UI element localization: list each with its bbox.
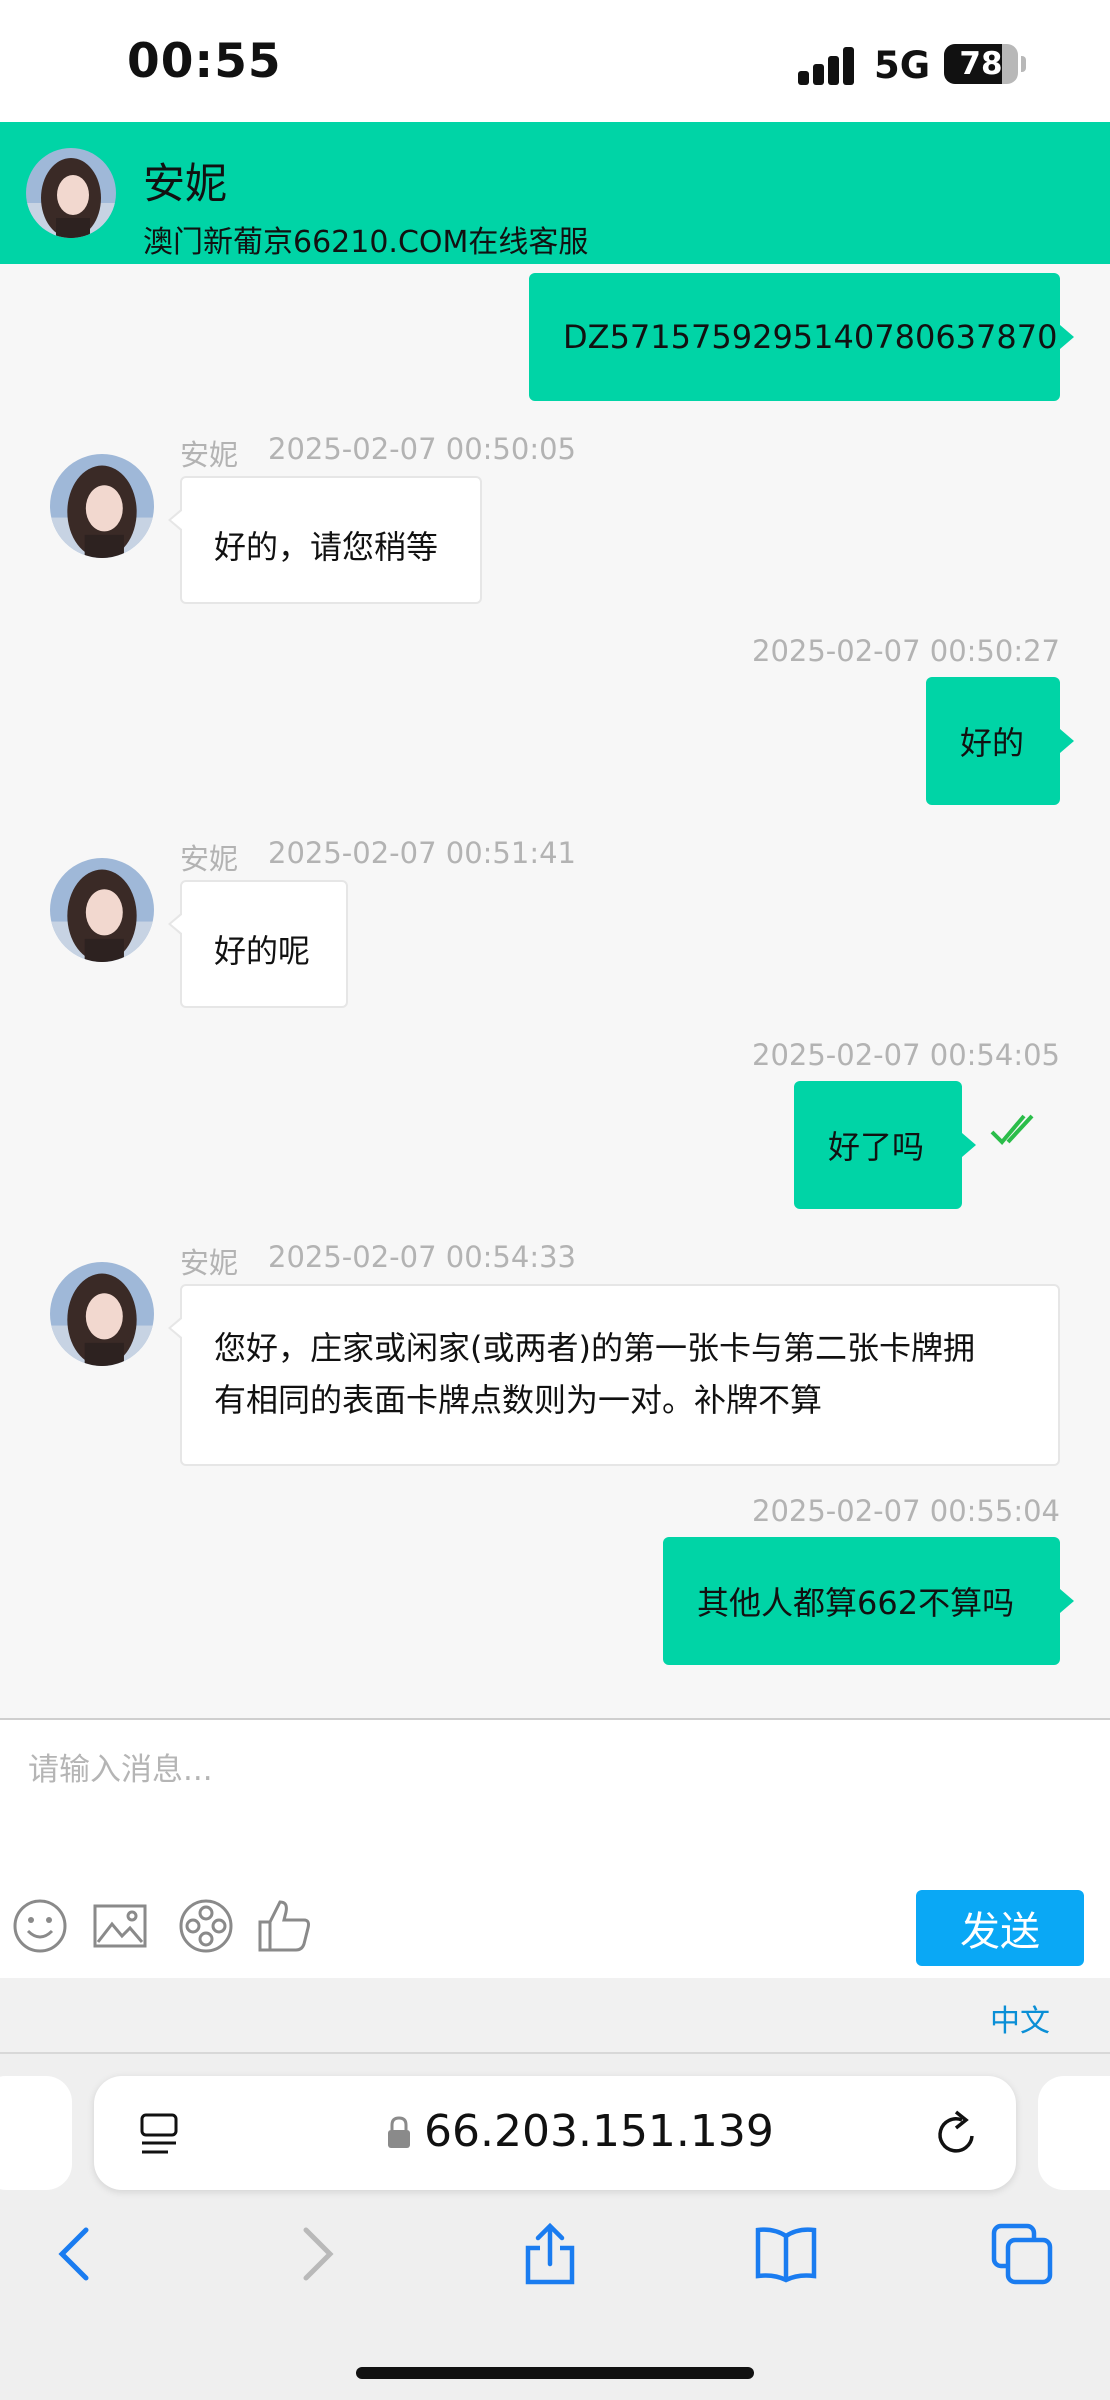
battery-cap xyxy=(1021,56,1026,72)
message-text: DZ5715759295140780637870 xyxy=(563,318,1058,356)
incoming-message[interactable]: 您好，庄家或闲家(或两者)的第一张卡与第二张卡牌拥 有相同的表面卡牌点数则为一对… xyxy=(168,1284,1060,1466)
message-sender: 安妮 xyxy=(180,438,239,472)
send-button[interactable]: 发送 xyxy=(916,1890,1084,1966)
message-input[interactable] xyxy=(26,1744,890,1796)
avatar-photo-icon xyxy=(50,454,154,558)
composer: 发送 xyxy=(0,1718,1110,1980)
message-text: 其他人都算662不算吗 xyxy=(697,1584,1015,1622)
agent-name: 安妮 xyxy=(143,159,228,208)
bookmarks-icon[interactable] xyxy=(754,2222,818,2286)
next-tab-preview[interactable] xyxy=(1038,2076,1110,2190)
status-time: 00:55 xyxy=(127,34,282,89)
avatar-photo-icon xyxy=(50,858,154,962)
outgoing-message[interactable]: 好了吗 xyxy=(794,1081,976,1209)
agent-message-avatar[interactable] xyxy=(50,858,154,962)
share-icon[interactable] xyxy=(518,2222,582,2286)
message-text: 好的，请您稍等 xyxy=(214,528,439,566)
message-text: 好的呢 xyxy=(214,932,311,970)
thumbs-up-icon[interactable] xyxy=(256,1898,312,1954)
lock-icon xyxy=(388,2116,410,2148)
message-timestamp: 2025-02-07 00:54:33 xyxy=(268,1240,576,1274)
agent-message-avatar[interactable] xyxy=(50,1262,154,1366)
message-timestamp: 2025-02-07 00:51:41 xyxy=(268,836,576,870)
status-bar: 00:55 5G 78 xyxy=(0,0,1110,122)
language-switch[interactable]: 中文 xyxy=(990,1996,1050,2040)
avatar-photo-icon xyxy=(50,1262,154,1366)
message-timestamp: 2025-02-07 00:54:05 xyxy=(752,1038,1060,1072)
double-check-icon xyxy=(990,1114,1034,1145)
tabs-icon[interactable] xyxy=(990,2222,1054,2286)
back-icon[interactable] xyxy=(44,2222,108,2286)
message-timestamp: 2025-02-07 00:55:04 xyxy=(752,1494,1060,1528)
message-timestamp: 2025-02-07 00:50:05 xyxy=(268,432,576,466)
agent-subtitle: 澳门新葡京66210.COM在线客服 xyxy=(143,225,589,260)
battery-icon: 78 xyxy=(944,44,1018,84)
home-indicator[interactable] xyxy=(356,2367,754,2379)
chat-header: 安妮 澳门新葡京66210.COM在线客服 xyxy=(0,122,1110,264)
incoming-message[interactable]: 好的，请您稍等 xyxy=(168,476,482,604)
message-sender: 安妮 xyxy=(180,842,239,876)
network-type: 5G xyxy=(874,44,931,87)
message-sender: 安妮 xyxy=(180,1246,239,1280)
emoji-icon[interactable] xyxy=(12,1898,68,1954)
reload-icon[interactable] xyxy=(934,2110,980,2158)
image-icon[interactable] xyxy=(92,1898,148,1954)
browser-toolbar: 66.203.151.139 xyxy=(0,2054,1110,2400)
message-text-line: 您好，庄家或闲家(或两者)的第一张卡与第二张卡牌拥 xyxy=(214,1329,975,1367)
previous-tab-preview[interactable] xyxy=(0,2076,72,2190)
message-list[interactable]: DZ5715759295140780637870 安妮 2025-02-07 0… xyxy=(0,264,1110,1718)
outgoing-message[interactable]: 好的 xyxy=(926,677,1074,805)
url-text: 66.203.151.139 xyxy=(424,2106,774,2157)
agent-avatar[interactable] xyxy=(26,148,116,238)
cellular-signal-icon xyxy=(798,47,854,85)
forward-icon[interactable] xyxy=(284,2222,348,2286)
incoming-message[interactable]: 好的呢 xyxy=(168,880,348,1008)
message-text: 好的 xyxy=(960,724,1025,762)
address-bar[interactable]: 66.203.151.139 xyxy=(94,2076,1016,2190)
battery-percent: 78 xyxy=(959,46,1003,82)
message-text-line: 有相同的表面卡牌点数则为一对。补牌不算 xyxy=(214,1381,823,1419)
language-bar: 中文 xyxy=(0,1978,1110,2054)
reader-icon[interactable] xyxy=(138,2112,182,2160)
video-reel-icon[interactable] xyxy=(178,1898,234,1954)
message-text: 好了吗 xyxy=(828,1128,925,1166)
outgoing-message[interactable]: 其他人都算662不算吗 xyxy=(663,1537,1074,1665)
outgoing-message[interactable]: DZ5715759295140780637870 xyxy=(529,273,1074,401)
agent-message-avatar[interactable] xyxy=(50,454,154,558)
avatar-photo-icon xyxy=(26,148,116,238)
message-timestamp: 2025-02-07 00:50:27 xyxy=(752,634,1060,668)
